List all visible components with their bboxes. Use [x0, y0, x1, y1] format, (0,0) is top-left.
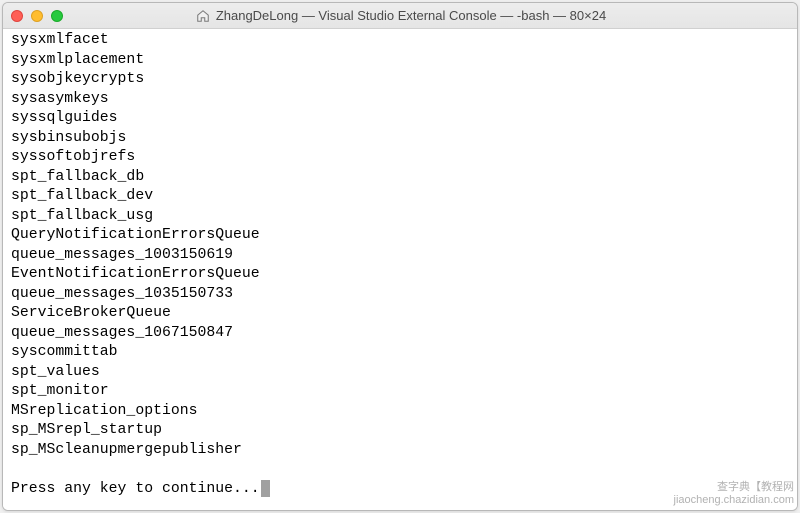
- terminal-blank-line: [11, 460, 789, 480]
- terminal-line: spt_fallback_usg: [11, 207, 789, 227]
- terminal-content[interactable]: sysxmlfacetsysxmlplacementsysobjkeycrypt…: [3, 29, 797, 510]
- terminal-line: syscommittab: [11, 343, 789, 363]
- prompt-text: Press any key to continue...: [11, 481, 260, 497]
- terminal-line: QueryNotificationErrorsQueue: [11, 226, 789, 246]
- cursor: [261, 480, 270, 497]
- terminal-line: sysobjkeycrypts: [11, 70, 789, 90]
- titlebar[interactable]: ZhangDeLong — Visual Studio External Con…: [3, 3, 797, 29]
- terminal-line: spt_monitor: [11, 382, 789, 402]
- terminal-line: ServiceBrokerQueue: [11, 304, 789, 324]
- terminal-line: sysasymkeys: [11, 90, 789, 110]
- press-key-prompt: Press any key to continue...: [11, 480, 789, 500]
- terminal-line: syssoftobjrefs: [11, 148, 789, 168]
- window-title-text: ZhangDeLong — Visual Studio External Con…: [216, 8, 606, 23]
- terminal-line: EventNotificationErrorsQueue: [11, 265, 789, 285]
- home-icon: [196, 9, 210, 23]
- terminal-line: sysxmlplacement: [11, 51, 789, 71]
- terminal-line: spt_fallback_db: [11, 168, 789, 188]
- window-title: ZhangDeLong — Visual Studio External Con…: [13, 8, 789, 23]
- terminal-line: sp_MScleanupmergepublisher: [11, 441, 789, 461]
- terminal-line: queue_messages_1003150619: [11, 246, 789, 266]
- terminal-line: queue_messages_1067150847: [11, 324, 789, 344]
- terminal-line: sysxmlfacet: [11, 31, 789, 51]
- terminal-line: MSreplication_options: [11, 402, 789, 422]
- terminal-line: sysbinsubobjs: [11, 129, 789, 149]
- terminal-line: syssqlguides: [11, 109, 789, 129]
- terminal-line: spt_values: [11, 363, 789, 383]
- terminal-line: spt_fallback_dev: [11, 187, 789, 207]
- terminal-line: queue_messages_1035150733: [11, 285, 789, 305]
- terminal-window: ZhangDeLong — Visual Studio External Con…: [2, 2, 798, 511]
- terminal-line: sp_MSrepl_startup: [11, 421, 789, 441]
